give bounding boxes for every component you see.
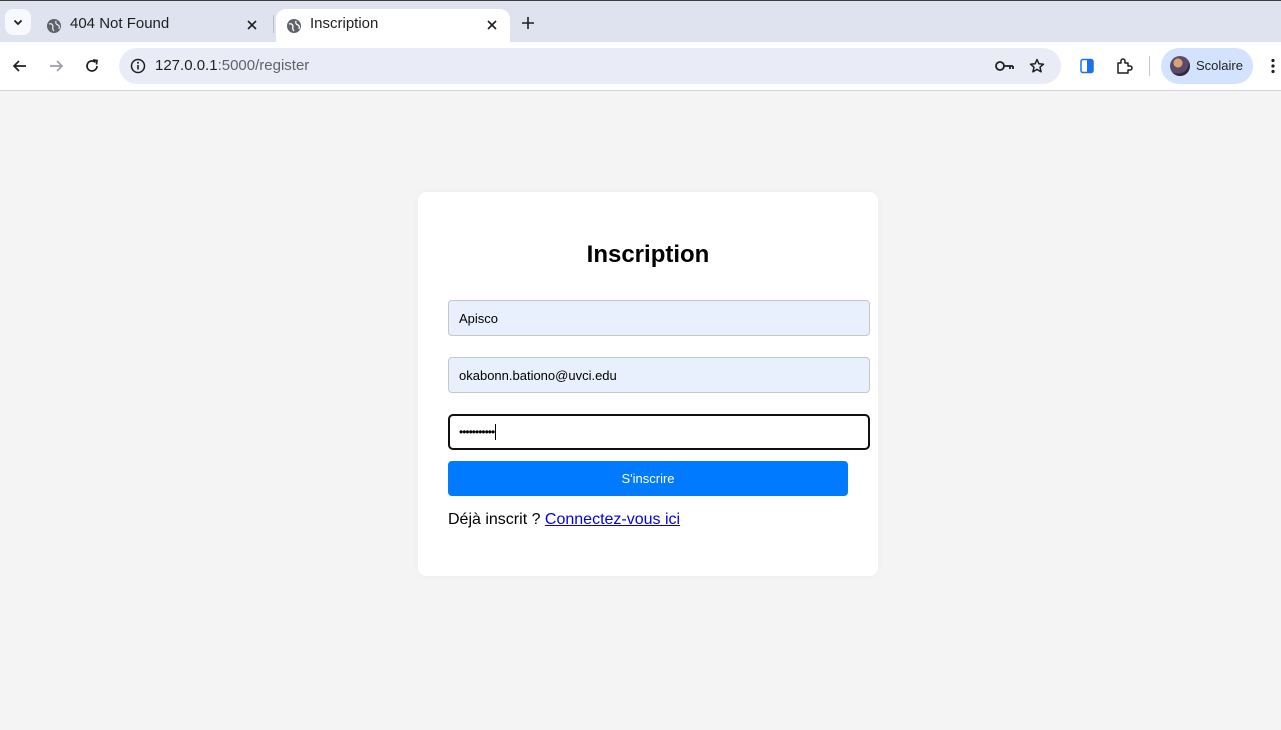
reload-button[interactable] [79,53,105,79]
avatar [1170,56,1190,76]
login-prompt-text: Déjà inscrit ? [448,511,545,528]
email-field[interactable]: okabonn.bationo@uvci.edu [448,357,870,393]
extensions-icon[interactable] [1111,53,1137,79]
key-icon[interactable] [992,53,1018,79]
url-host: 127.0.0.1 [155,57,218,74]
username-value: Apisco [459,310,499,326]
chevron-down-icon [13,19,23,26]
text-caret [495,424,497,440]
tab-404-not-found[interactable]: 404 Not Found [36,9,270,43]
password-value: ••••••••••• [459,425,495,439]
info-icon[interactable] [125,53,151,79]
tab-separator [273,15,274,33]
tab-strip: 404 Not Found Inscription [0,0,1281,43]
star-icon[interactable] [1024,53,1050,79]
forward-arrow-icon [50,60,64,72]
password-field[interactable]: ••••••••••• [448,414,870,450]
close-icon[interactable] [484,17,500,33]
profile-button[interactable]: Scolaire [1161,48,1253,84]
tab-inscription[interactable]: Inscription [276,9,510,43]
email-value: okabonn.bationo@uvci.edu [459,367,617,383]
back-arrow-icon [12,60,26,72]
back-button[interactable] [7,53,33,79]
plus-icon [522,17,534,29]
page-title: Inscription [586,241,710,268]
url-text[interactable]: 127.0.0.1:5000/register [155,57,309,74]
tab-title: Inscription [310,15,379,32]
register-button-label: S'inscrire [621,471,675,486]
reload-icon [86,59,98,72]
register-button[interactable]: S'inscrire [448,461,848,496]
globe-icon [287,19,301,33]
tab-title: 404 Not Found [70,15,170,32]
tab-list-button[interactable] [5,9,31,35]
login-link[interactable]: Connectez-vous ici [545,511,680,528]
side-panel-icon[interactable] [1074,53,1100,79]
browser-toolbar: 127.0.0.1:5000/register Scolaire [0,42,1281,91]
username-field[interactable]: Apisco [448,300,870,336]
url-path: :5000/register [217,57,310,74]
address-bar[interactable]: 127.0.0.1:5000/register [119,48,1061,84]
register-card: Inscription Apisco okabonn.bationo@uvci.… [418,192,878,576]
profile-name: Scolaire [1196,58,1243,73]
forward-button[interactable] [43,53,69,79]
kebab-menu-icon[interactable] [1266,53,1280,79]
new-tab-button[interactable] [516,11,540,35]
close-icon[interactable] [244,17,260,33]
globe-icon [47,19,61,33]
login-prompt: Déjà inscrit ? Connectez-vous ici [448,511,680,529]
toolbar-divider [1149,56,1150,76]
